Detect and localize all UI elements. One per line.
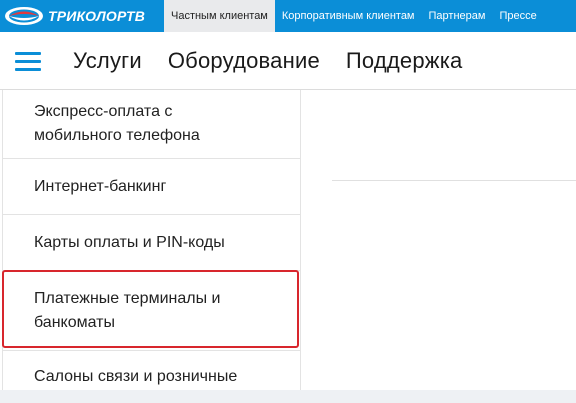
tricolor-logo-icon: [5, 7, 43, 25]
top-nav: Частным клиентам Корпоративным клиентам …: [164, 0, 544, 32]
sidebar-item-retail-shops[interactable]: Салоны связи и розничные: [3, 351, 300, 390]
main-nav: Услуги Оборудование Поддержка: [0, 32, 576, 90]
page: ТРИКОЛОРТВ Частным клиентам Корпоративны…: [0, 0, 576, 403]
sidebar-item-label: Экспресс-оплата с мобильного телефона: [34, 103, 200, 144]
main-nav-services[interactable]: Услуги: [73, 48, 142, 74]
sidebar-item-payment-cards[interactable]: Карты оплаты и PIN-коды: [3, 215, 300, 271]
sidebar-item-label: Платежные терминалы и банкоматы: [34, 289, 221, 331]
hamburger-menu-icon[interactable]: [15, 51, 41, 71]
logo[interactable]: ТРИКОЛОРТВ: [0, 0, 164, 32]
top-bar: ТРИКОЛОРТВ Частным клиентам Корпоративны…: [0, 0, 576, 32]
top-nav-corporate[interactable]: Корпоративным клиентам: [275, 0, 422, 32]
main-nav-equipment[interactable]: Оборудование: [168, 48, 320, 74]
sidebar-item-internet-banking[interactable]: Интернет-банкинг: [3, 159, 300, 215]
sidebar-item-label: Интернет-банкинг: [34, 177, 167, 195]
sidebar-item-terminals-atms[interactable]: Платежные терминалы и банкоматы: [3, 271, 300, 351]
sidebar-item-label: Салоны связи и розничные: [34, 368, 238, 385]
top-nav-partners[interactable]: Партнерам: [422, 0, 493, 32]
main-nav-support[interactable]: Поддержка: [346, 48, 463, 74]
bottom-bar: [0, 390, 576, 403]
content-divider: [332, 180, 576, 181]
sidebar-item-label: Карты оплаты и PIN-коды: [34, 233, 225, 251]
logo-text: ТРИКОЛОРТВ: [48, 8, 146, 24]
top-nav-press[interactable]: Прессе: [492, 0, 543, 32]
sidebar-item-mobile-payment[interactable]: Экспресс-оплата с мобильного телефона: [3, 90, 300, 159]
top-nav-private[interactable]: Частным клиентам: [164, 0, 275, 32]
sidebar-menu: Экспресс-оплата с мобильного телефона Ин…: [2, 90, 301, 390]
